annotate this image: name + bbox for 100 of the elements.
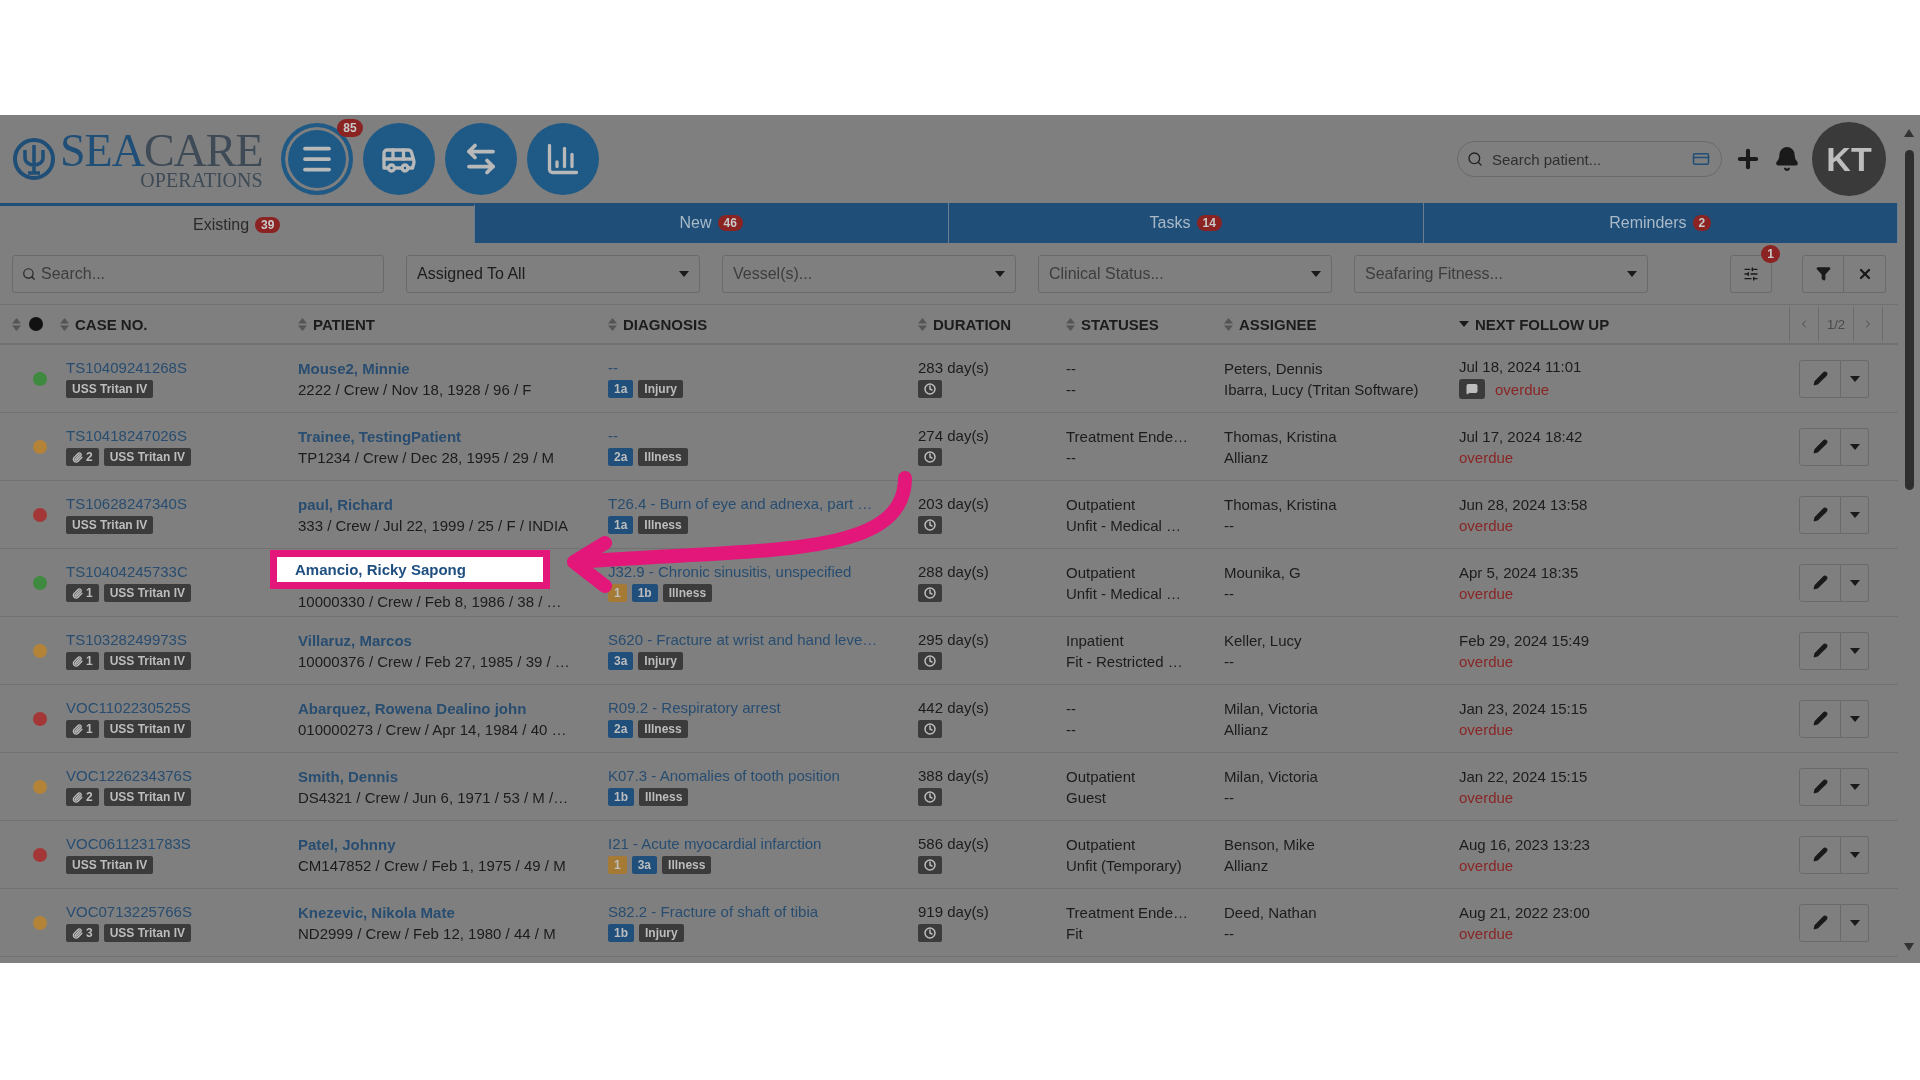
column-header[interactable]: NEXT FOLLOW UP bbox=[1475, 315, 1610, 333]
attachment-count-tag: 1 bbox=[66, 584, 99, 602]
filter-select[interactable]: Vessel(s)... bbox=[722, 254, 1016, 293]
assignee-text: Keller, Lucy bbox=[1224, 631, 1302, 649]
more-dropdown-button[interactable] bbox=[1841, 835, 1869, 874]
case-number-link[interactable]: TS10418247026S bbox=[66, 427, 187, 444]
vessel-tag: USS Tritan IV bbox=[103, 788, 192, 806]
level-tag: 3a bbox=[631, 856, 658, 874]
more-dropdown-button[interactable] bbox=[1841, 631, 1869, 670]
edit-button[interactable] bbox=[1799, 835, 1841, 874]
bell-icon bbox=[1774, 146, 1800, 172]
diagnosis-link[interactable]: -- bbox=[608, 359, 618, 376]
tab[interactable]: New 46 bbox=[474, 203, 949, 243]
caret-icon bbox=[1627, 270, 1637, 277]
diagnosis-link[interactable]: J32.9 - Chronic sinusitis, unspecified bbox=[608, 563, 852, 580]
column-header[interactable]: DURATION bbox=[933, 315, 1012, 333]
pencil-icon bbox=[1812, 847, 1828, 862]
edit-button[interactable] bbox=[1799, 427, 1841, 466]
search-field[interactable]: Search... bbox=[12, 254, 384, 293]
overdue-label: overdue bbox=[1459, 584, 1514, 602]
type-tag: Illness bbox=[639, 788, 689, 806]
patient-name-link[interactable]: paul, Richard bbox=[298, 495, 394, 513]
more-dropdown-button[interactable] bbox=[1841, 359, 1869, 398]
tab[interactable]: Existing 39 bbox=[0, 203, 475, 243]
more-dropdown-button[interactable] bbox=[1841, 563, 1869, 602]
case-number-link[interactable]: VOC1226234376S bbox=[66, 767, 192, 784]
pencil-icon bbox=[1812, 915, 1828, 930]
case-number-link[interactable]: TS10409241268S bbox=[66, 359, 187, 376]
filter-button[interactable] bbox=[1802, 254, 1844, 293]
diagnosis-link[interactable]: I21 - Acute myocardial infarction bbox=[608, 835, 822, 852]
edit-button[interactable] bbox=[1799, 359, 1841, 398]
comment-icon[interactable] bbox=[1459, 379, 1485, 399]
type-tag: Injury bbox=[639, 924, 684, 942]
status-dot-icon[interactable] bbox=[29, 317, 43, 331]
level-tag: 1a bbox=[608, 380, 634, 398]
patient-name-link[interactable]: Patel, Johnny bbox=[298, 835, 396, 853]
status-text: Inpatient bbox=[1066, 631, 1124, 649]
patient-name-link[interactable]: Mouse2, Minnie bbox=[298, 359, 410, 377]
column-header[interactable]: PATIENT bbox=[313, 315, 375, 333]
more-dropdown-button[interactable] bbox=[1841, 699, 1869, 738]
more-dropdown-button[interactable] bbox=[1841, 767, 1869, 806]
filter-select[interactable]: Seafaring Fitness... bbox=[1354, 254, 1648, 293]
level-tag: 2a bbox=[608, 720, 634, 738]
pencil-icon bbox=[1812, 643, 1828, 658]
card-icon[interactable] bbox=[1692, 150, 1710, 168]
patient-name-link[interactable]: Smith, Dennis bbox=[298, 767, 398, 785]
more-dropdown-button[interactable] bbox=[1841, 903, 1869, 942]
diagnosis-link[interactable]: K07.3 - Anomalies of tooth position bbox=[608, 767, 840, 784]
patient-search-field[interactable]: Search patient... bbox=[1457, 141, 1722, 177]
assignee-text: Thomas, Kristina bbox=[1224, 427, 1337, 445]
edit-button[interactable] bbox=[1799, 631, 1841, 670]
column-header[interactable]: DIAGNOSIS bbox=[623, 315, 708, 333]
user-avatar[interactable]: KT bbox=[1812, 122, 1886, 196]
case-number-link[interactable]: VOC0611231783S bbox=[66, 835, 191, 852]
patient-details: 2222 / Crew / Nov 18, 1928 / 96 / F bbox=[298, 380, 532, 398]
assignee-text: Thomas, Kristina bbox=[1224, 495, 1337, 513]
filter-select[interactable]: Assigned To All bbox=[406, 254, 700, 293]
diagnosis-link[interactable]: S82.2 - Fracture of shaft of tibia bbox=[608, 903, 819, 920]
follow-up-date: Jun 28, 2024 13:58 bbox=[1459, 495, 1588, 513]
status-text: Outpatient bbox=[1066, 835, 1136, 853]
status-text: Outpatient bbox=[1066, 767, 1136, 785]
edit-button[interactable] bbox=[1799, 563, 1841, 602]
diagnosis-link[interactable]: S620 - Fracture at wrist and hand leve… bbox=[608, 631, 878, 648]
diagnosis-link[interactable]: T26.4 - Burn of eye and adnexa, part … bbox=[608, 495, 873, 512]
case-number-link[interactable]: TS10628247340S bbox=[66, 495, 187, 512]
assignee-text: Mounika, G bbox=[1224, 563, 1301, 581]
edit-button[interactable] bbox=[1799, 903, 1841, 942]
patient-name-link[interactable]: Trainee, TestingPatient bbox=[298, 427, 462, 445]
tab[interactable]: Tasks 14 bbox=[949, 203, 1424, 243]
clear-button[interactable] bbox=[1844, 254, 1886, 293]
case-number-link[interactable]: TS10404245733C bbox=[66, 563, 188, 580]
case-number-link[interactable]: VOC1102230525S bbox=[66, 699, 191, 716]
edit-button[interactable] bbox=[1799, 495, 1841, 534]
notifications-button[interactable] bbox=[1774, 146, 1800, 172]
status-text: Fit bbox=[1066, 924, 1083, 942]
caret-icon bbox=[1849, 715, 1860, 722]
clock-icon bbox=[918, 516, 942, 534]
priority-tag: 1 bbox=[608, 584, 627, 602]
attachment-count-tag: 2 bbox=[66, 788, 99, 806]
edit-button[interactable] bbox=[1799, 699, 1841, 738]
diagnosis-link[interactable]: R09.2 - Respiratory arrest bbox=[608, 699, 781, 716]
column-header[interactable]: CASE NO. bbox=[75, 315, 148, 333]
patient-name-link[interactable]: Knezevic, Nikola Mate bbox=[298, 903, 455, 921]
filter-select[interactable]: Clinical Status... bbox=[1038, 254, 1332, 293]
patient-name-link[interactable]: Villaruz, Marcos bbox=[298, 631, 412, 649]
sort-descending-icon[interactable] bbox=[1459, 321, 1469, 327]
case-number-link[interactable]: VOC0713225766S bbox=[66, 903, 192, 920]
tab[interactable]: Reminders 2 bbox=[1423, 203, 1898, 243]
column-header[interactable]: ASSIGNEE bbox=[1239, 315, 1317, 333]
edit-button[interactable] bbox=[1799, 767, 1841, 806]
diagnosis-link[interactable]: -- bbox=[608, 427, 618, 444]
paperclip-icon bbox=[72, 587, 83, 599]
count-badge: 85 bbox=[337, 119, 363, 137]
case-number-link[interactable]: TS10328249973S bbox=[66, 631, 187, 648]
patient-name-link[interactable]: Abarquez, Rowena Dealino john bbox=[298, 699, 527, 717]
column-header[interactable]: STATUSES bbox=[1081, 315, 1159, 333]
more-dropdown-button[interactable] bbox=[1841, 427, 1869, 466]
assignee-text: -- bbox=[1224, 788, 1234, 806]
more-dropdown-button[interactable] bbox=[1841, 495, 1869, 534]
assignee-text: Allianz bbox=[1224, 720, 1269, 738]
